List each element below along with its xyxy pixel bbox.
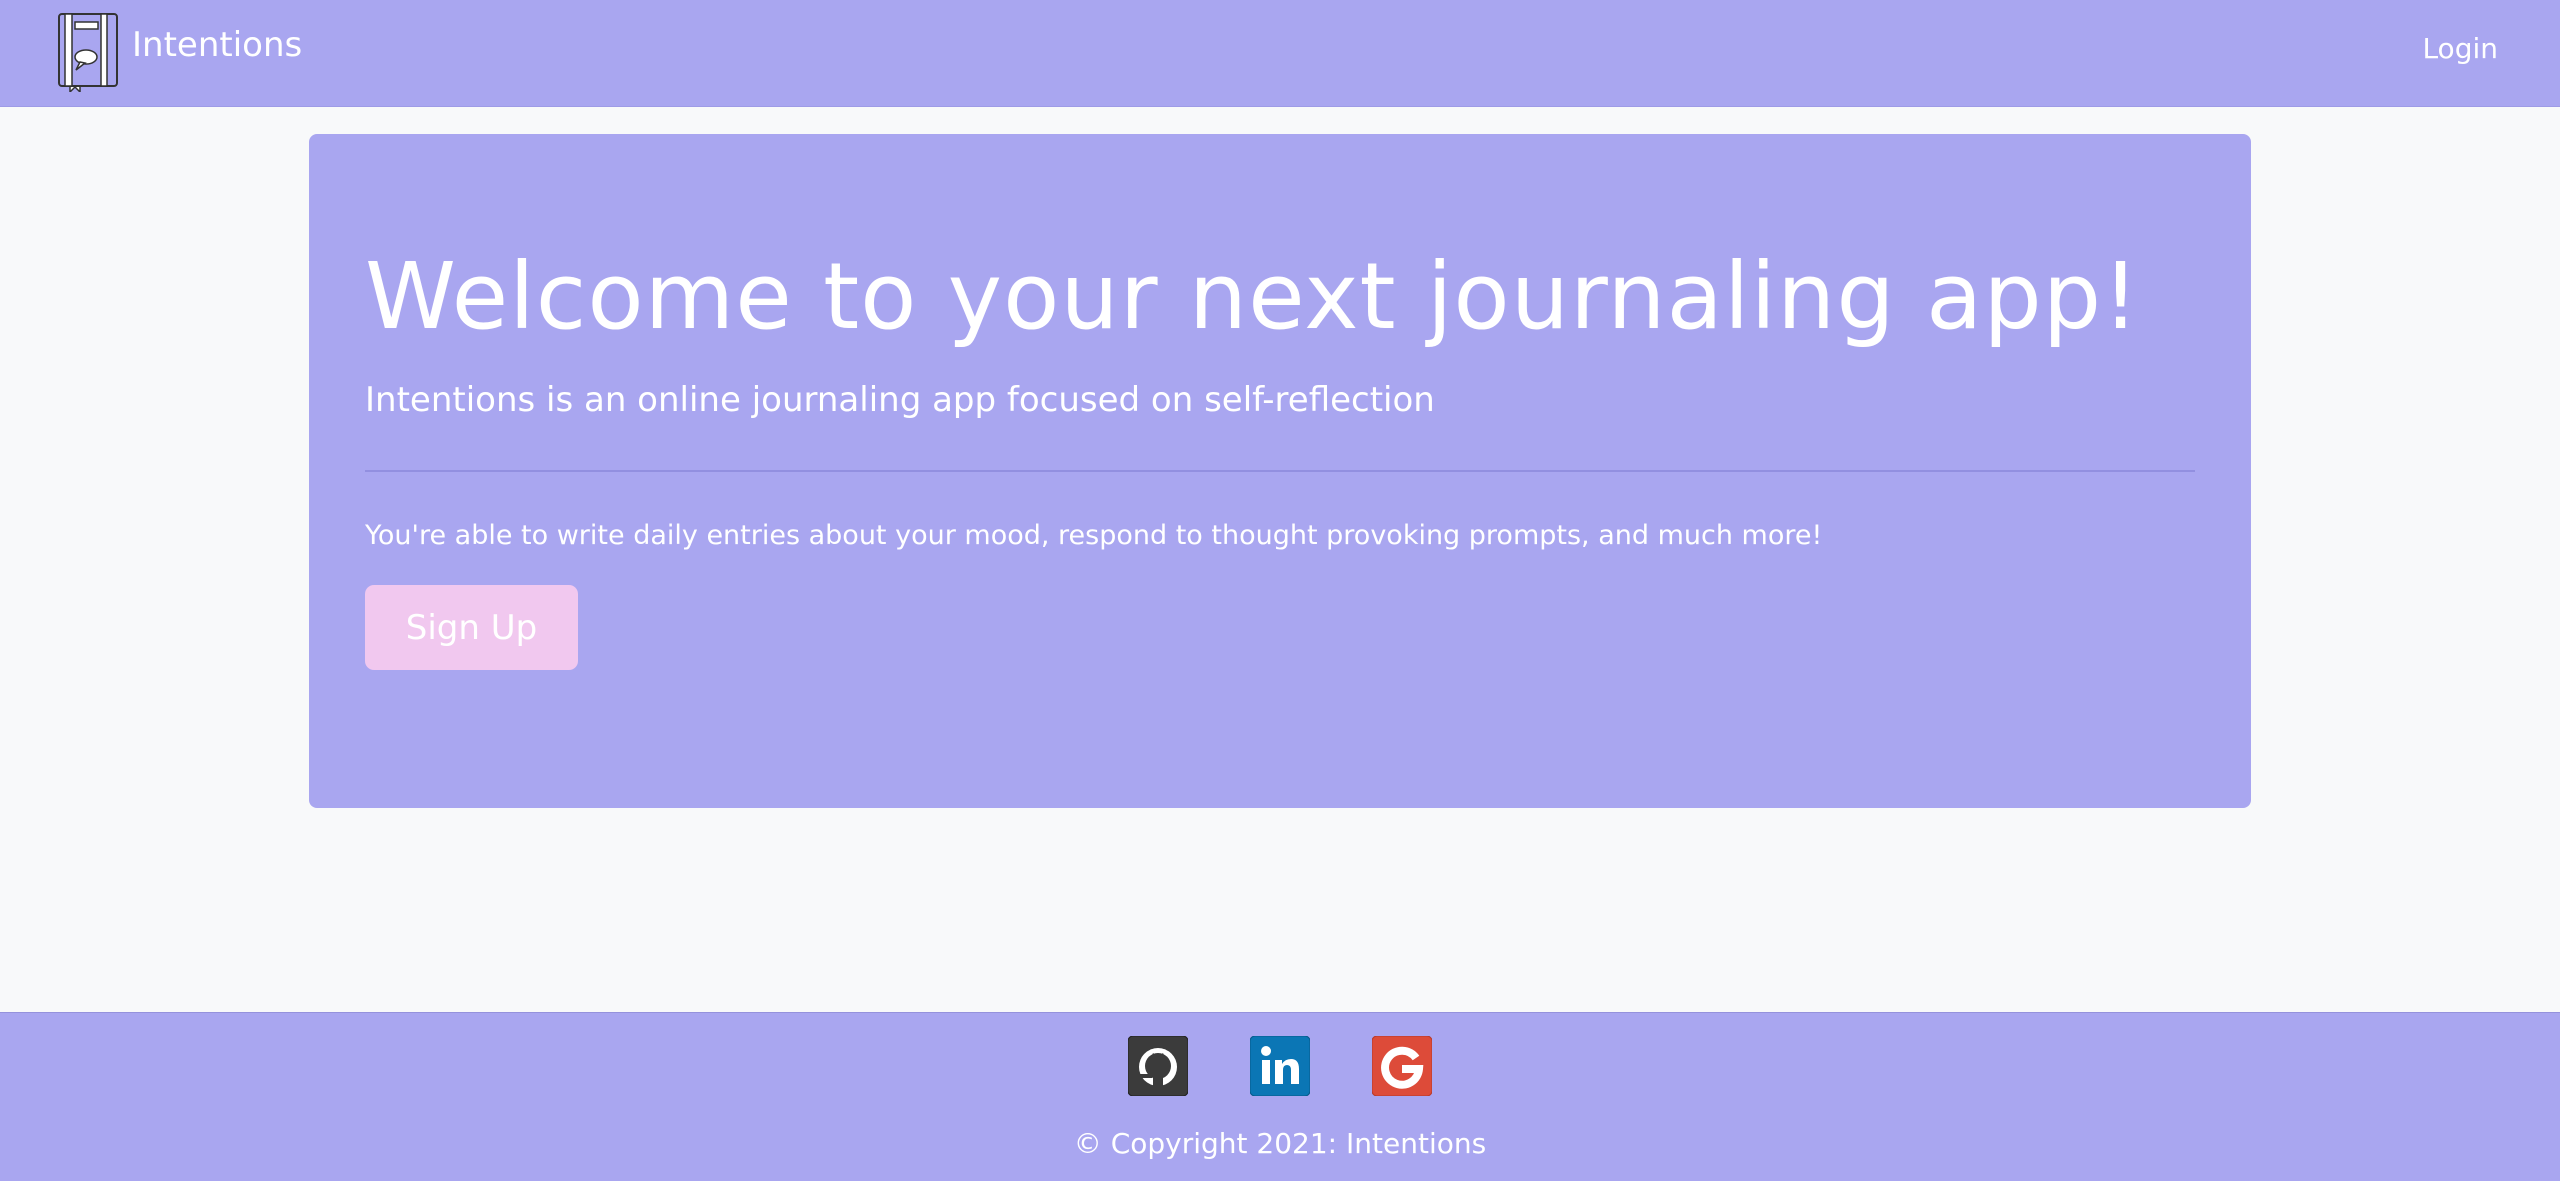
footer: © Copyright 2021: Intentions [0,1012,2560,1181]
linkedin-icon [1250,1036,1310,1096]
hero-section: Welcome to your next journaling app! Int… [309,134,2251,808]
hero-lead: Intentions is an online journaling app f… [365,380,1435,420]
hero-divider [365,470,2195,472]
github-link[interactable] [1128,1036,1188,1096]
brand-name: Intentions [132,25,303,65]
google-icon [1372,1036,1432,1096]
google-link[interactable] [1372,1036,1432,1096]
hero-title: Welcome to your next journaling app! [365,243,2141,350]
hero-description: You're able to write daily entries about… [365,520,1823,551]
linkedin-link[interactable] [1250,1036,1310,1096]
copyright-text: © Copyright 2021: Intentions [1073,1127,1487,1160]
journal-book-icon [56,12,122,94]
navbar: Intentions Login [0,0,2560,107]
login-link[interactable]: Login [2422,32,2498,65]
github-icon [1128,1036,1188,1096]
sign-up-button[interactable]: Sign Up [365,585,578,670]
brand-link[interactable]: Intentions [56,12,303,94]
